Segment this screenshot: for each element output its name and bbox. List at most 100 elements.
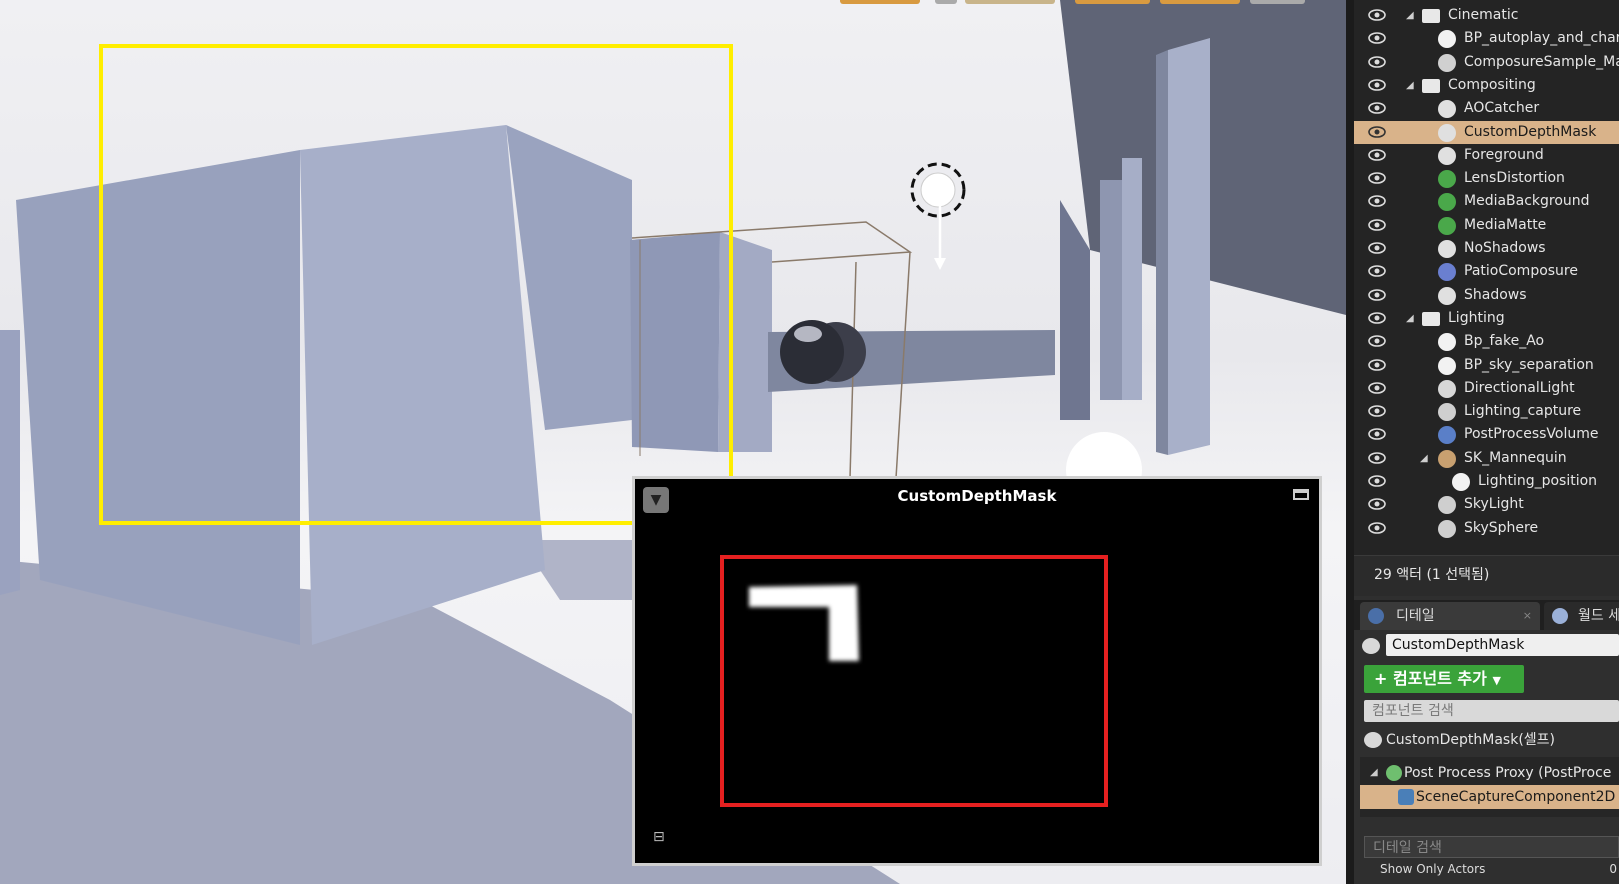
outliner-item-label: ComposureSample_Ma [1464,53,1619,70]
light-icon [1438,379,1456,398]
outliner-item-label: Shadows [1464,286,1527,303]
world-outliner[interactable]: ◢ Cinematic BP_autoplay_and_char ComposureS… [1354,0,1619,555]
outliner-item-label: Lighting [1448,309,1505,326]
add-component-button[interactable]: + 컴포넌트 추가 ▼ [1364,665,1524,693]
viewport-toolbar-button[interactable] [935,0,957,4]
skylight-icon [1438,496,1456,515]
actor-name-row: CustomDepthMask [1354,632,1619,660]
outliner-item[interactable]: AOCatcher [1354,97,1619,120]
outliner-item[interactable]: Foreground [1354,144,1619,167]
blueprint-icon [1438,356,1456,375]
outliner-item[interactable]: NoShadows [1354,237,1619,260]
eye-icon[interactable] [1368,32,1386,45]
comp-icon [1438,286,1456,305]
outliner-folder[interactable]: ◢ Lighting [1354,307,1619,330]
eye-icon[interactable] [1368,195,1386,208]
outliner-item-label: AOCatcher [1464,100,1540,117]
collapse-arrow-icon[interactable]: ◢ [1406,74,1414,97]
component-row[interactable]: ◢ Post Process Proxy (PostProce [1360,761,1619,785]
preview-title: CustomDepthMask [897,487,1057,505]
tab-details[interactable]: 디테일 × [1360,602,1540,630]
pin-icon[interactable]: ⊟ [653,829,665,845]
self-component-label: CustomDepthMask(셀프) [1386,732,1556,748]
outliner-item[interactable]: PostProcessVolume [1354,423,1619,446]
eye-icon[interactable] [1368,125,1386,138]
folder-icon [1422,78,1440,93]
outliner-item[interactable]: ComposureSample_Ma [1354,51,1619,74]
eye-icon[interactable] [1368,381,1386,394]
viewport-toolbar-button[interactable] [1250,0,1305,4]
highlight-frame-yellow [99,44,733,525]
eye-icon[interactable] [1368,79,1386,91]
outliner-item[interactable]: MediaBackground [1354,190,1619,213]
eye-icon[interactable] [1368,521,1386,534]
collapse-arrow-icon[interactable]: ◢ [1406,307,1414,330]
viewport-toolbar-button[interactable] [840,0,920,4]
outliner-item-label: Foreground [1464,146,1544,163]
eye-icon[interactable] [1368,428,1386,441]
eye-icon[interactable] [1368,475,1386,487]
outliner-item[interactable]: DirectionalLight [1354,377,1619,400]
outliner-item[interactable]: ◢ SK_Mannequin [1354,447,1619,470]
eye-icon[interactable] [1368,265,1386,278]
outliner-item-label: Compositing [1448,76,1536,93]
outliner-item[interactable]: SkyLight [1354,493,1619,516]
outliner-folder[interactable]: ◢ Cinematic [1354,4,1619,27]
details-search-input[interactable]: 디테일 검색 [1364,836,1619,858]
eye-icon[interactable] [1368,148,1386,161]
tab-world-label: 월드 세 [1578,608,1619,624]
close-icon[interactable]: × [1523,602,1532,630]
eye-icon[interactable] [1368,102,1386,114]
viewport-toolbar-button[interactable] [1075,0,1150,4]
eye-icon[interactable] [1368,172,1386,184]
actor-name-input[interactable]: CustomDepthMask [1386,634,1619,656]
outliner-folder[interactable]: ◢ Compositing [1354,74,1619,97]
collapse-arrow-icon[interactable]: ◢ [1406,4,1414,27]
eye-icon[interactable] [1368,9,1386,21]
eye-icon[interactable] [1368,55,1386,68]
eye-icon[interactable] [1368,242,1386,254]
eye-icon[interactable] [1368,288,1386,301]
outliner-item[interactable]: BP_sky_separation [1354,354,1619,377]
camera-preview-window[interactable]: ▼ CustomDepthMask ⊟ [632,476,1322,866]
outliner-item[interactable]: Lighting_position [1354,470,1619,493]
eye-icon[interactable] [1368,405,1386,417]
eye-icon[interactable] [1368,335,1386,347]
viewport-toolbar-button[interactable] [1160,0,1240,4]
actor-icon [1362,638,1380,654]
blueprint-icon [1438,333,1456,352]
composure-icon [1438,53,1456,72]
details-tabs: 디테일 × 월드 세 [1354,600,1619,630]
outliner-item[interactable]: Lighting_capture [1354,400,1619,423]
outliner-item[interactable]: Bp_fake_Ao [1354,330,1619,353]
component-row-selected[interactable]: SceneCaptureComponent2D ( [1360,785,1619,809]
tab-world-settings[interactable]: 월드 세 [1544,602,1619,630]
outliner-item-label: SkyLight [1464,496,1524,513]
outliner-item-label: Cinematic [1448,7,1519,23]
collapse-arrow-icon[interactable]: ◢ [1370,761,1378,785]
outliner-item[interactable]: MediaMatte [1354,214,1619,237]
show-only-actors-value: 0 [1609,862,1617,876]
viewport-toolbar-button[interactable] [965,0,1055,4]
eye-icon[interactable] [1368,218,1386,231]
maximize-icon[interactable] [1293,489,1309,500]
outliner-item[interactable]: SkySphere [1354,517,1619,540]
self-component-row[interactable]: CustomDepthMask(셀프) [1354,727,1619,753]
outliner-item[interactable]: CustomDepthMask [1354,120,1619,144]
level-viewport[interactable]: ▼ CustomDepthMask ⊟ [0,0,1346,884]
comp-icon [1438,240,1456,258]
outliner-item[interactable]: BP_autoplay_and_char [1354,27,1619,50]
component-search-input[interactable]: 컴포넌트 검색 [1364,700,1619,722]
outliner-item-label: MediaBackground [1464,193,1590,210]
outliner-item[interactable]: Shadows [1354,284,1619,307]
component-tree[interactable]: ◢ Post Process Proxy (PostProce SceneCap… [1360,757,1619,817]
outliner-item[interactable]: LensDistortion [1354,167,1619,190]
tab-details-label: 디테일 [1396,608,1435,624]
folder-icon [1422,9,1440,23]
eye-icon[interactable] [1368,358,1386,371]
eye-icon[interactable] [1368,312,1386,324]
eye-icon[interactable] [1368,498,1386,511]
collapse-arrow-icon[interactable]: ◢ [1420,447,1428,470]
eye-icon[interactable] [1368,451,1386,464]
outliner-item[interactable]: PatioComposure [1354,260,1619,283]
